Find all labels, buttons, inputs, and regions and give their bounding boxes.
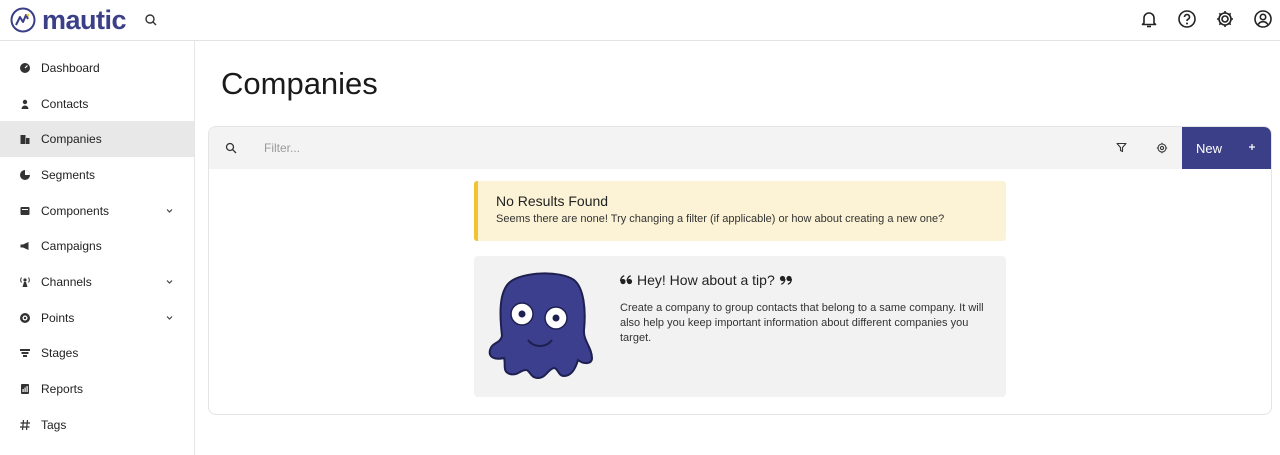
sidebar-item-campaigns[interactable]: Campaigns bbox=[0, 228, 194, 264]
tip-heading: Hey! How about a tip? bbox=[620, 272, 792, 288]
mautic-logo-icon bbox=[10, 7, 36, 33]
sidebar-item-segments[interactable]: Segments bbox=[0, 157, 194, 193]
sidebar-item-label: Tags bbox=[41, 417, 67, 432]
component-icon bbox=[20, 206, 30, 215]
search-icon bbox=[225, 142, 237, 154]
page-title: Companies bbox=[221, 66, 378, 101]
sidebar-item-label: Campaigns bbox=[41, 239, 102, 254]
user-icon[interactable] bbox=[1252, 8, 1274, 30]
funnel-icon bbox=[20, 349, 30, 358]
chevron-down-icon bbox=[166, 315, 173, 320]
sidebar-item-label: Reports bbox=[41, 382, 84, 397]
broadcast-icon bbox=[20, 277, 30, 287]
new-button[interactable]: New bbox=[1182, 127, 1271, 169]
sidebar: Dashboard Contacts Companies Segments Co… bbox=[0, 41, 195, 455]
target-icon bbox=[20, 312, 30, 323]
new-button-label: New bbox=[1196, 140, 1223, 156]
tip-body: Create a company to group contacts that … bbox=[620, 302, 984, 344]
sidebar-item-reports[interactable]: Reports bbox=[0, 371, 194, 407]
mascot-icon bbox=[488, 272, 594, 380]
hash-icon bbox=[20, 419, 30, 430]
building-icon bbox=[20, 135, 30, 145]
help-icon[interactable] bbox=[1176, 8, 1198, 30]
sidebar-item-label: Segments bbox=[41, 167, 96, 182]
sidebar-item-components[interactable]: Components bbox=[0, 193, 194, 229]
list-toolbar: New bbox=[209, 127, 1271, 169]
bell-icon[interactable] bbox=[1138, 8, 1160, 30]
sidebar-item-label: Companies bbox=[41, 132, 102, 147]
settings-icon[interactable] bbox=[1214, 8, 1236, 30]
sidebar-item-label: Channels bbox=[41, 274, 92, 289]
sidebar-item-points[interactable]: Points bbox=[0, 300, 194, 336]
chevron-down-icon bbox=[166, 280, 173, 284]
megaphone-icon bbox=[20, 242, 29, 251]
plus-icon bbox=[1249, 144, 1255, 150]
main-content: Companies New No Res bbox=[196, 41, 1280, 455]
top-bar: mautic bbox=[0, 0, 1280, 41]
filter-icon[interactable] bbox=[1116, 142, 1127, 153]
pie-icon bbox=[20, 169, 30, 180]
tip-heading-text: Hey! How about a tip? bbox=[637, 272, 775, 288]
sidebar-item-label: Stages bbox=[41, 346, 79, 361]
sidebar-item-label: Points bbox=[41, 310, 75, 325]
sidebar-item-label: Dashboard bbox=[41, 60, 100, 75]
sidebar-item-channels[interactable]: Channels bbox=[0, 264, 194, 300]
person-icon bbox=[21, 99, 29, 109]
sidebar-item-label: Contacts bbox=[41, 96, 89, 111]
tip-card: Hey! How about a tip? Create a company t… bbox=[474, 256, 1006, 397]
companies-panel: New No Results Found Seems there are non… bbox=[208, 126, 1272, 415]
quote-close-icon bbox=[779, 275, 792, 285]
sidebar-item-companies[interactable]: Companies bbox=[0, 121, 194, 158]
chevron-down-icon bbox=[166, 208, 173, 213]
dashboard-icon bbox=[20, 62, 30, 73]
no-results-alert: No Results Found Seems there are none! T… bbox=[474, 181, 1006, 241]
filter-input[interactable] bbox=[255, 135, 755, 161]
sidebar-item-label: Components bbox=[41, 203, 110, 218]
brand-name: mautic bbox=[42, 5, 127, 35]
sidebar-item-tags[interactable]: Tags bbox=[0, 407, 194, 443]
sidebar-item-dashboard[interactable]: Dashboard bbox=[0, 50, 194, 86]
settings-icon[interactable] bbox=[1156, 142, 1168, 154]
search-icon[interactable] bbox=[143, 12, 159, 28]
quote-open-icon bbox=[620, 275, 633, 285]
sidebar-item-contacts[interactable]: Contacts bbox=[0, 86, 194, 122]
brand-logo[interactable]: mautic bbox=[10, 5, 127, 35]
alert-text: Seems there are none! Try changing a fil… bbox=[496, 213, 945, 225]
report-icon bbox=[21, 384, 29, 395]
sidebar-item-stages[interactable]: Stages bbox=[0, 336, 194, 372]
alert-title: No Results Found bbox=[496, 193, 609, 209]
